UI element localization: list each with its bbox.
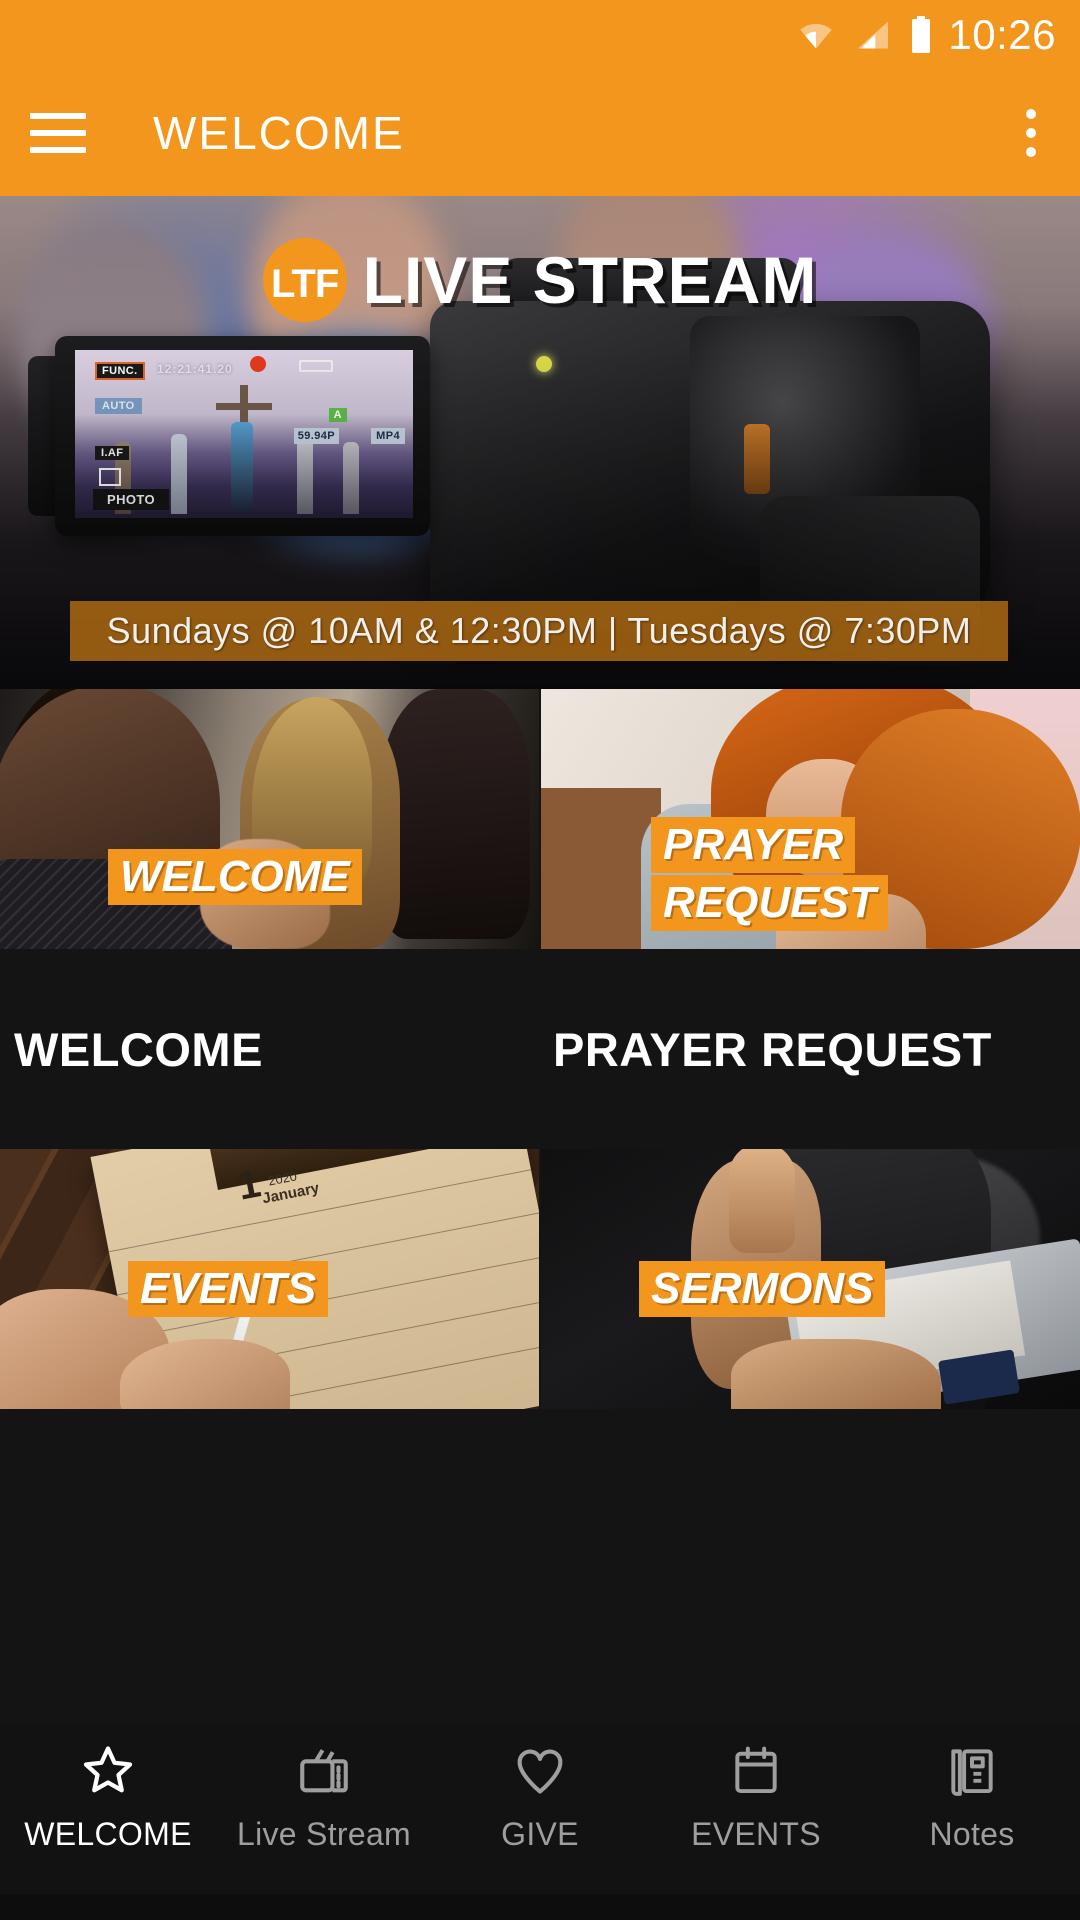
tile-welcome-overlay-label: WELCOME [108,849,362,905]
caption-prayer-request: PRAYER REQUEST [553,1022,992,1076]
tile-sermons-overlay-label: SERMONS [639,1261,886,1317]
hamburger-menu-icon[interactable] [30,113,86,153]
nav-item-welcome[interactable]: WELCOME [0,1740,216,1853]
nav-item-notes[interactable]: Notes [864,1740,1080,1853]
caption-welcome: WELCOME [14,1022,263,1076]
overflow-menu-icon[interactable] [1026,109,1036,157]
nav-item-give[interactable]: GIVE [432,1740,648,1853]
nav-item-live-stream[interactable]: Live Stream [216,1740,432,1853]
ltf-logo-text: LTF [270,262,339,306]
battery-icon [912,16,931,53]
nav-item-events[interactable]: EVENTS [648,1740,864,1853]
heart-icon [511,1740,569,1802]
service-schedule-banner: Sundays @ 10AM & 12:30PM | Tuesdays @ 7:… [70,601,1008,661]
tile-row-1: WELCOME PRAYER REQUEST [0,689,1080,949]
page-title: WELCOME [153,107,405,159]
nav-label-welcome: WELCOME [24,1816,192,1852]
cellular-signal-icon [858,21,889,49]
scroll-content: FUNC. 12:21:41.20 AUTO I.AF PHOTO A 59.9… [0,196,1080,1724]
book-icon [944,1740,1000,1802]
app-bar: WELCOME [0,70,1080,196]
ltf-logo-icon: LTF [262,238,347,322]
android-system-navigation [0,1894,1080,1920]
tile-prayer-request-overlay-label-line2: REQUEST [651,875,888,931]
nav-label-notes: Notes [929,1816,1015,1852]
tile-welcome[interactable]: WELCOME [0,689,539,949]
tile-sermons[interactable]: SERMONS [541,1149,1080,1409]
live-stream-title-group: LTF LIVE STREAM [0,238,1080,322]
tile-prayer-request[interactable]: PRAYER REQUEST [541,689,1080,949]
wifi-icon [800,23,833,49]
live-stream-title: LIVE STREAM [362,243,818,317]
tile-row-2: 1 2020 January EVENTS SERMONS [0,1149,1080,1409]
tile-events[interactable]: 1 2020 January EVENTS [0,1149,539,1409]
tile-welcome-image [0,689,539,949]
status-bar: 10:26 [0,0,1080,70]
live-stream-hero-card[interactable]: FUNC. 12:21:41.20 AUTO I.AF PHOTO A 59.9… [0,196,1080,689]
calendar-icon [728,1740,784,1802]
tv-icon [295,1740,353,1802]
tile-prayer-request-overlay-label-line1: PRAYER [651,817,856,873]
bottom-navigation-bar: WELCOME Live Stream GIVE EVENTS Notes [0,1724,1080,1894]
nav-label-events: EVENTS [691,1816,821,1852]
tile-events-overlay-label: EVENTS [128,1261,329,1317]
nav-label-give: GIVE [501,1816,579,1852]
tile-caption-row-1: WELCOME PRAYER REQUEST [0,949,1080,1149]
service-schedule-text: Sundays @ 10AM & 12:30PM | Tuesdays @ 7:… [106,610,972,651]
nav-label-live-stream: Live Stream [236,1816,412,1852]
status-bar-clock: 10:26 [948,11,1056,58]
star-icon [78,1740,138,1802]
